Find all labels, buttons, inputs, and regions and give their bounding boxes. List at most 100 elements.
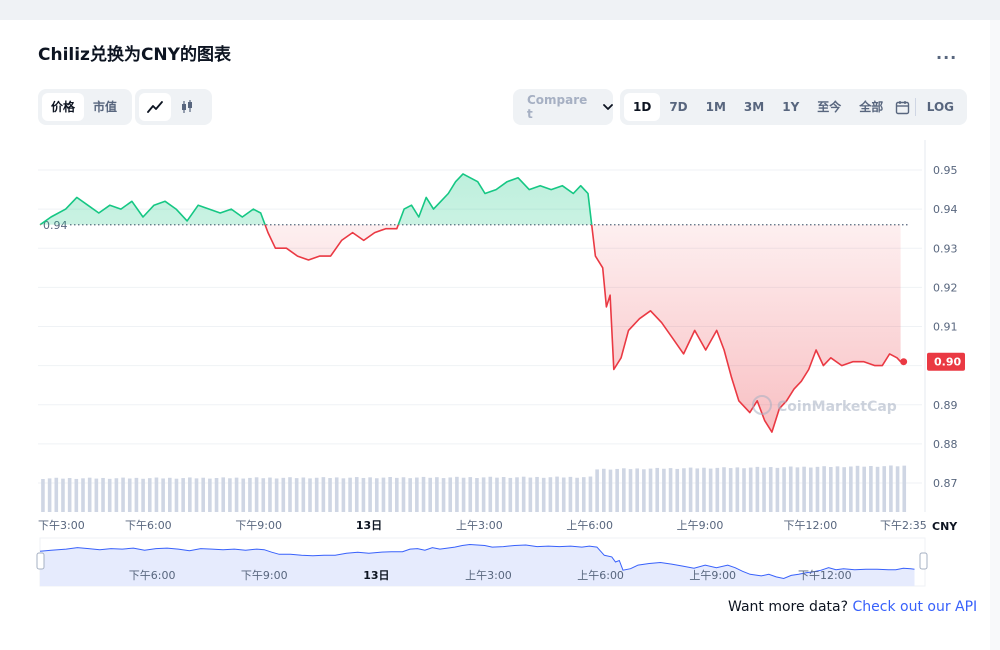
volume-bar (829, 467, 833, 512)
volume-bar (615, 468, 619, 512)
volume-bar (635, 468, 639, 512)
volume-bar (468, 477, 473, 512)
volume-bar (121, 477, 125, 512)
volume-bar (655, 467, 660, 512)
volume-bar (795, 467, 800, 512)
volume-bar (221, 477, 226, 512)
volume-bar (695, 468, 700, 512)
volume-bar (441, 478, 446, 512)
volume-bar (869, 465, 873, 512)
volume-bar (768, 467, 773, 512)
volume-bar (728, 468, 733, 512)
navigator-tick-label: 13日 (363, 569, 389, 582)
volume-bar (308, 478, 312, 512)
volume-bar (214, 477, 219, 512)
footer-prompt: Want more data? (728, 599, 849, 615)
currency-label: CNY (932, 520, 958, 533)
volume-bar (488, 476, 493, 512)
volume-bar (114, 478, 119, 512)
volume-bar (47, 478, 52, 512)
volume-bar (368, 477, 372, 512)
volume-bar (101, 477, 105, 512)
volume-bar (802, 466, 806, 512)
volume-bar (161, 478, 165, 512)
price-chart[interactable]: 0.950.940.930.920.910.900.890.880.870.94… (0, 0, 1000, 650)
volume-bar (875, 466, 880, 512)
api-link[interactable]: Check out our API (852, 599, 977, 615)
volume-bar (301, 477, 306, 512)
volume-bar (548, 477, 553, 512)
x-tick-label: 上午9:00 (677, 519, 724, 532)
x-tick-label: 下午2:35 (880, 519, 927, 532)
navigator-left-handle[interactable] (36, 552, 45, 570)
volume-bar (541, 477, 546, 512)
volume-bar (107, 478, 112, 512)
volume-bar (722, 467, 726, 512)
volume-bar (742, 468, 746, 512)
volume-bar (234, 477, 239, 512)
volume-bar (788, 466, 793, 512)
volume-bar (855, 465, 860, 512)
volume-bar (528, 477, 533, 512)
x-tick-label: 上午6:00 (566, 519, 613, 532)
volume-bar (595, 469, 599, 512)
watermark-text: CoinMarketCap (777, 399, 897, 415)
volume-bar (501, 477, 506, 512)
volume-bar (849, 466, 853, 512)
volume-bar (408, 478, 412, 512)
volume-bar (708, 468, 713, 512)
volume-bar (508, 477, 513, 512)
volume-bar (41, 479, 45, 512)
volume-bar (201, 477, 205, 512)
volume-bar (455, 476, 459, 512)
volume-bar (628, 469, 633, 512)
volume-bar (515, 477, 519, 512)
volume-bar (54, 477, 59, 512)
volume-bar (902, 465, 907, 512)
volume-bar (181, 478, 185, 512)
volume-bar (555, 476, 559, 512)
volume-bar (602, 468, 606, 512)
volume-bar (401, 477, 406, 512)
navigator-tick-label: 下午12:00 (798, 569, 852, 582)
volume-bar (228, 478, 232, 512)
y-tick-label: 0.93 (933, 242, 958, 255)
volume-bar (535, 476, 539, 512)
volume-bar (395, 477, 399, 512)
navigator-tick-label: 上午9:00 (689, 569, 736, 582)
volume-bar (588, 476, 593, 512)
volume-bar (575, 477, 579, 512)
volume-bar (668, 468, 673, 512)
volume-bar (261, 478, 266, 512)
volume-bar (188, 477, 192, 512)
volume-bar (348, 477, 352, 512)
volume-bar (682, 468, 686, 512)
volume-bar (274, 478, 279, 512)
volume-bar (662, 468, 666, 512)
volume-bar (268, 477, 272, 512)
volume-bar (321, 477, 326, 512)
volume-bar (481, 477, 486, 512)
volume-bar (889, 465, 893, 512)
y-tick-label: 0.87 (933, 477, 958, 490)
volume-bar (715, 467, 720, 512)
volume-bar (248, 477, 252, 512)
volume-bar (334, 477, 339, 512)
current-price-label: 0.90 (934, 356, 961, 369)
volume-bar (435, 477, 439, 512)
volume-bar (61, 478, 65, 512)
volume-bar (208, 478, 212, 512)
volume-bar (94, 478, 99, 512)
x-tick-label: 上午3:00 (456, 519, 503, 532)
volume-bar (74, 478, 79, 512)
volume-bar (134, 477, 139, 512)
navigator-right-handle[interactable] (919, 552, 928, 570)
volume-bar (622, 468, 626, 512)
volume-bar (895, 466, 900, 512)
volume-bar (762, 467, 766, 512)
volume-bar (294, 478, 299, 512)
volume-bar (361, 477, 366, 512)
navigator-tick-label: 上午3:00 (465, 569, 512, 582)
volume-bar (748, 467, 753, 512)
volume-bar (314, 477, 319, 512)
